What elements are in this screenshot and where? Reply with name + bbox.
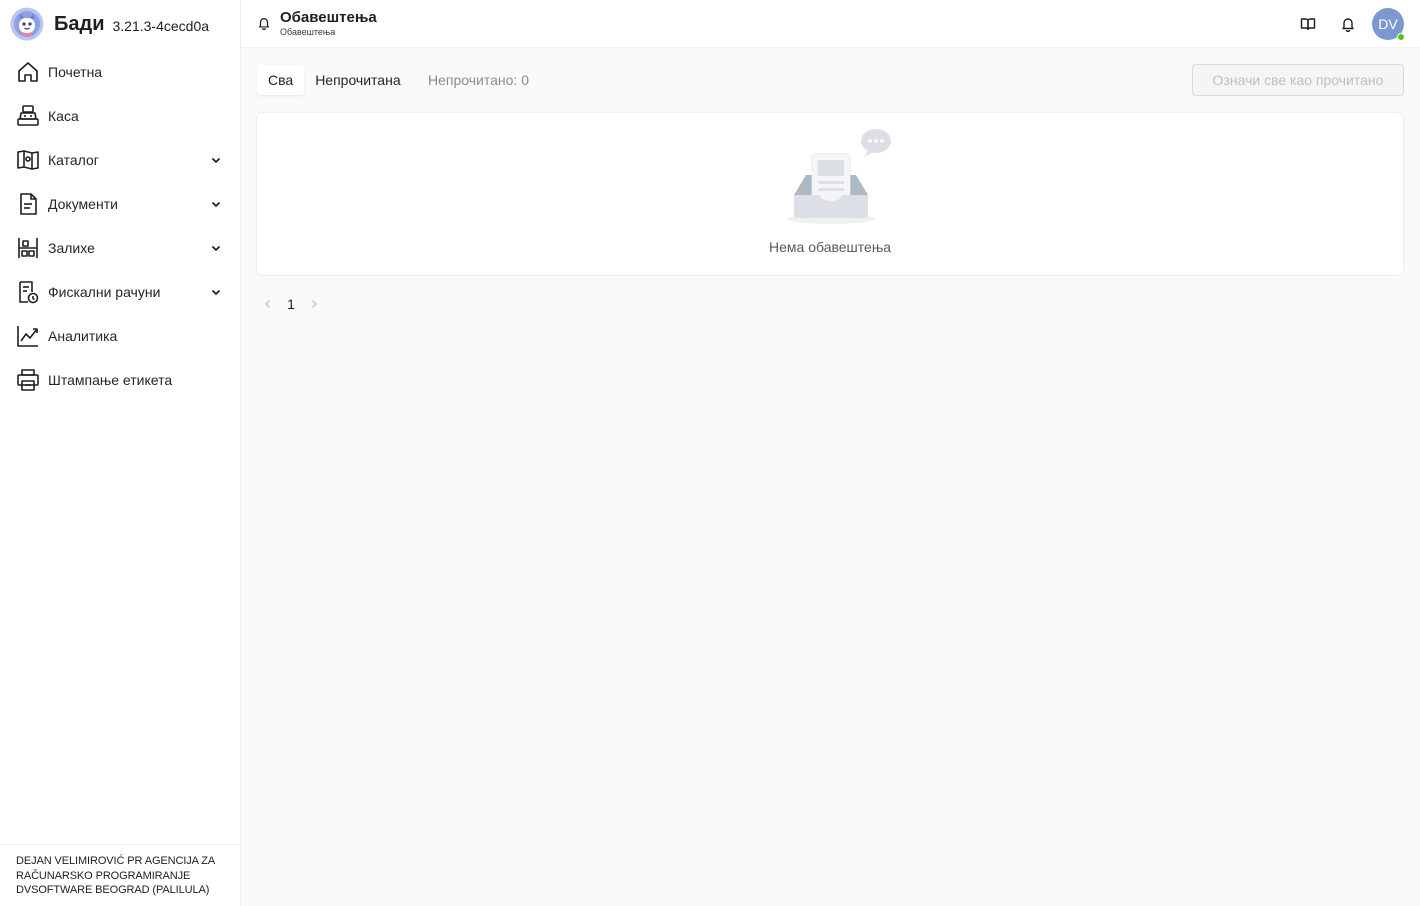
sidebar-item-fiscal-receipts[interactable]: Фискални рачуни <box>0 270 240 314</box>
app-version: 3.21.3-4cecd0a <box>112 18 210 34</box>
sidebar-item-label-printing[interactable]: Штампање етикета <box>0 358 240 402</box>
company-name: DEJAN VELIMIROVIĆ PR AGENCIJA ZA RAČUNAR… <box>0 844 240 906</box>
empty-inbox-icon <box>787 129 891 224</box>
page-number[interactable]: 1 <box>277 292 305 316</box>
sidebar-nav: Почетна Каса Каталог Документи Залихе Фи… <box>0 50 240 402</box>
sidebar-item-analytics[interactable]: Аналитика <box>0 314 240 358</box>
app-root: Бади 3.21.3-4cecd0a Почетна Каса Каталог… <box>0 0 1420 906</box>
sidebar-item-label: Почетна <box>48 64 103 80</box>
chevron-down-icon <box>211 201 221 208</box>
sidebar-item-label: Каталог <box>48 152 99 168</box>
chevron-left-icon <box>265 300 270 308</box>
notifications-list: Нема обавештења <box>256 112 1404 276</box>
warehouse-icon <box>18 238 38 258</box>
filter-all-tab[interactable]: Сва <box>257 65 305 95</box>
help-docs-button[interactable] <box>1298 14 1318 34</box>
printer-icon <box>17 369 39 391</box>
unread-count: Непрочитано: 0 <box>428 72 529 88</box>
bell-icon <box>259 18 269 30</box>
sidebar-item-label: Аналитика <box>48 328 118 344</box>
home-icon <box>18 62 38 82</box>
cash-register-icon <box>17 105 39 126</box>
notifications-button[interactable] <box>1338 14 1358 34</box>
chevron-right-icon <box>312 300 317 308</box>
mark-all-read-button[interactable]: Означи све као прочитано <box>1192 64 1404 96</box>
bell-icon <box>1342 18 1354 32</box>
analytics-icon <box>17 326 38 347</box>
next-page-button[interactable] <box>305 292 323 316</box>
online-status-dot <box>1397 33 1405 41</box>
chevron-down-icon <box>211 157 221 164</box>
prev-page-button[interactable] <box>259 292 277 316</box>
fiscal-receipt-icon <box>19 281 39 304</box>
sidebar-item-label: Документи <box>48 196 118 212</box>
chevron-down-icon <box>211 245 221 252</box>
sidebar-item-label: Фискални рачуни <box>48 284 161 300</box>
top-header: Обавештења Обавештења DV <box>241 0 1420 48</box>
filter-unread-tab[interactable]: Непрочитана <box>304 65 411 95</box>
catalog-icon <box>17 150 39 170</box>
avatar-initials: DV <box>1378 16 1398 32</box>
app-name: Бади <box>54 12 105 35</box>
empty-state-text: Нема обавештења <box>769 239 891 255</box>
chevron-down-icon <box>211 289 221 296</box>
sidebar-item-catalog[interactable]: Каталог <box>0 138 240 182</box>
sidebar-item-documents[interactable]: Документи <box>0 182 240 226</box>
sidebar-item-home[interactable]: Почетна <box>0 50 240 94</box>
main-content: Сва Непрочитана Непрочитано: 0 Означи св… <box>241 48 1420 906</box>
sidebar-item-inventory[interactable]: Залихе <box>0 226 240 270</box>
avatar[interactable]: DV <box>1372 8 1405 41</box>
breadcrumb: Обавештења <box>280 27 336 37</box>
sidebar-item-label: Залихе <box>48 240 95 256</box>
documents-icon <box>20 193 37 215</box>
sidebar-item-label: Каса <box>48 108 79 124</box>
sidebar-item-label: Штампање етикета <box>48 372 173 388</box>
sidebar-item-pos[interactable]: Каса <box>0 94 240 138</box>
brand[interactable]: Бади 3.21.3-4cecd0a <box>10 6 209 42</box>
pagination: 1 <box>259 292 323 316</box>
page-title: Обавештења <box>280 9 377 26</box>
app-logo-icon <box>10 7 44 41</box>
book-icon <box>1300 18 1316 31</box>
sidebar: Бади 3.21.3-4cecd0a Почетна Каса Каталог… <box>0 0 241 906</box>
notification-filter: Сва Непрочитана <box>257 64 412 96</box>
